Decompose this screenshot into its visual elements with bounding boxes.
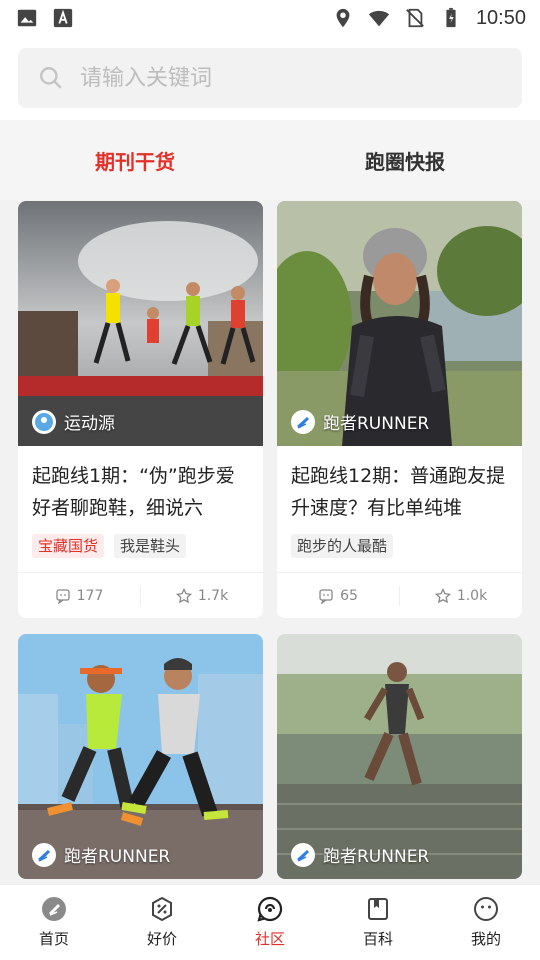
- nav-label: 好价: [146, 930, 177, 948]
- wifi-icon: [368, 10, 390, 27]
- article-thumbnail: 运动源: [18, 201, 263, 446]
- article-thumbnail: 跑者RUNNER: [18, 634, 263, 879]
- tag-list: 宝藏国货 我是鞋头: [32, 534, 249, 558]
- tab-periodicals[interactable]: 期刊干货: [0, 120, 270, 200]
- location-icon: [336, 8, 350, 28]
- nav-encyclopedia[interactable]: 百科: [324, 885, 432, 960]
- source-name: 运动源: [64, 414, 115, 434]
- bottom-navigation: 首页 好价 社区 百科 我的: [0, 884, 540, 960]
- home-icon: [42, 897, 66, 921]
- article-title: 起跑线1期：“伪”跑步爱好者聊跑鞋，细说六: [32, 465, 235, 519]
- comment-icon: [55, 588, 70, 604]
- article-title: 起跑线12期：普通跑友提升速度？有比单纯堆: [291, 465, 506, 519]
- image-icon: [17, 9, 37, 27]
- runner-avatar-icon: [291, 842, 315, 867]
- source-label: 跑者RUNNER: [32, 842, 170, 867]
- comment-count-value: 65: [340, 587, 358, 604]
- nav-deals[interactable]: 好价: [108, 885, 216, 960]
- tag[interactable]: 跑步的人最酷: [291, 534, 394, 558]
- article-card[interactable]: 跑者RUNNER: [18, 634, 263, 879]
- star-icon: [434, 587, 451, 603]
- nav-label: 社区: [254, 930, 285, 948]
- favorite-count[interactable]: 1.0k: [400, 587, 522, 604]
- profile-icon: [474, 897, 498, 921]
- source-name: 跑者RUNNER: [323, 414, 430, 434]
- nav-profile[interactable]: 我的: [432, 885, 540, 960]
- tag[interactable]: 我是鞋头: [114, 534, 187, 558]
- source-name: 跑者RUNNER: [323, 847, 430, 867]
- article-thumbnail: 跑者RUNNER: [277, 634, 522, 879]
- search-icon: [40, 67, 62, 89]
- article-feed: 运动源 起跑线1期：“伪”跑步爱好者聊跑鞋，细说六 宝藏国货 我是鞋头 177: [18, 201, 522, 895]
- comment-count[interactable]: 177: [18, 588, 140, 604]
- article-card[interactable]: 运动源 起跑线1期：“伪”跑步爱好者聊跑鞋，细说六 宝藏国货 我是鞋头 177: [18, 201, 263, 618]
- nav-community[interactable]: 社区: [216, 885, 324, 960]
- favorite-count[interactable]: 1.7k: [141, 587, 263, 604]
- tag-list: 跑步的人最酷: [291, 534, 508, 558]
- article-card[interactable]: 跑者RUNNER 起跑线12期：普通跑友提升速度？有比单纯堆 跑步的人最酷 65…: [277, 201, 522, 618]
- content-tabs: 期刊干货 跑圈快报: [0, 120, 540, 200]
- encyclopedia-icon: [368, 898, 388, 920]
- clock: 10:50: [475, 6, 526, 29]
- tab-news[interactable]: 跑圈快报: [270, 120, 540, 200]
- deal-icon: [152, 896, 172, 922]
- favorite-count-value: 1.0k: [456, 587, 488, 604]
- source-label: 跑者RUNNER: [291, 842, 429, 867]
- nav-label: 首页: [38, 930, 69, 948]
- source-label: 跑者RUNNER: [291, 409, 429, 434]
- source-avatar-icon: [32, 409, 56, 434]
- comment-count[interactable]: 65: [277, 588, 399, 604]
- no-sim-icon: [406, 8, 424, 28]
- search-input[interactable]: [80, 65, 460, 91]
- runner-avatar-icon: [32, 842, 56, 867]
- status-bar: 10:50: [0, 0, 540, 36]
- nav-label: 百科: [362, 930, 393, 948]
- community-icon: [257, 896, 283, 922]
- nav-home[interactable]: 首页: [0, 885, 108, 960]
- runner-avatar-icon: [291, 409, 315, 434]
- article-stats: 65 1.0k: [277, 572, 522, 618]
- search-bar-container: [0, 36, 540, 120]
- article-thumbnail: 跑者RUNNER: [277, 201, 522, 446]
- favorite-count-value: 1.7k: [197, 587, 229, 604]
- article-stats: 177 1.7k: [18, 572, 263, 618]
- comment-count-value: 177: [76, 587, 104, 604]
- tag[interactable]: 宝藏国货: [32, 534, 105, 558]
- source-name: 跑者RUNNER: [64, 847, 171, 867]
- a-icon: [53, 8, 73, 28]
- battery-icon: [446, 7, 456, 28]
- star-icon: [175, 587, 192, 603]
- comment-icon: [319, 588, 333, 604]
- search-bar[interactable]: [18, 48, 522, 108]
- source-label: 运动源: [32, 409, 115, 434]
- article-card[interactable]: 跑者RUNNER: [277, 634, 522, 879]
- nav-label: 我的: [470, 930, 501, 948]
